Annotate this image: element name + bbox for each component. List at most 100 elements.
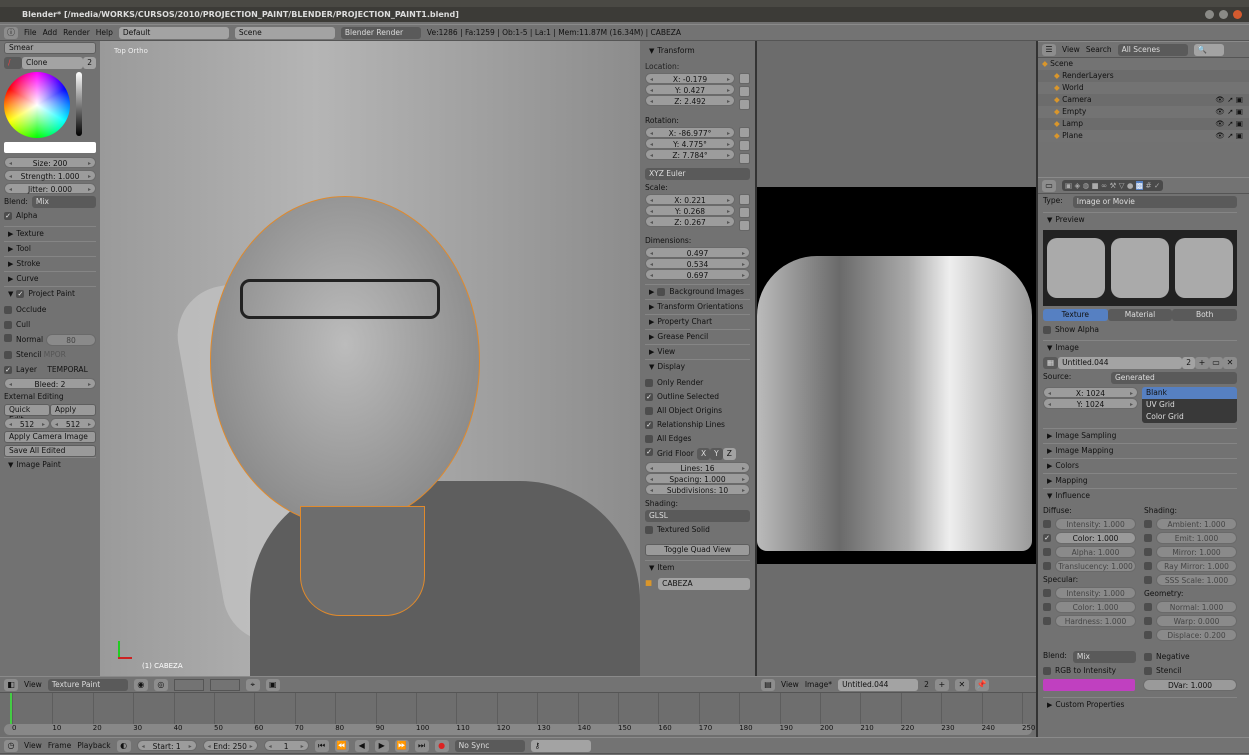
influence-checkbox[interactable]: ✓ <box>1043 534 1051 542</box>
projected-head-mesh[interactable] <box>210 196 480 526</box>
influence-field[interactable]: Intensity: 1.000 <box>1055 518 1136 530</box>
quick-edit-button[interactable]: Quick Edit <box>4 404 50 424</box>
outliner-item[interactable]: ◆ RenderLayers <box>1038 70 1249 82</box>
frame-ruler[interactable]: 0 10 20 30 40 50 60 70 80 90 100 110 120 130 140 150 160… <box>4 724 1035 735</box>
scale-x[interactable]: X: 0.221 <box>645 194 735 206</box>
panel-influence[interactable]: ▼ Influence <box>1043 488 1237 503</box>
grid-floor-checkbox[interactable]: ✓ <box>645 448 653 456</box>
lock-icon[interactable] <box>739 140 750 151</box>
generated-type-color-grid[interactable]: Color Grid <box>1142 411 1237 423</box>
influence-checkbox[interactable] <box>1144 603 1152 611</box>
influence-checkbox[interactable] <box>1144 548 1152 556</box>
negative-checkbox[interactable] <box>1144 653 1152 661</box>
panel-view[interactable]: ▶ View <box>645 344 750 359</box>
influence-field[interactable]: Hardness: 1.000 <box>1055 615 1136 627</box>
value-slider[interactable] <box>76 72 82 136</box>
influence-field[interactable]: Ambient: 1.000 <box>1156 518 1237 530</box>
panel-display[interactable]: ▼ Display <box>645 359 750 374</box>
preview-tab-texture[interactable]: Texture <box>1043 309 1108 321</box>
panel-item[interactable]: ▼ Item <box>645 560 750 575</box>
influence-field[interactable]: Intensity: 1.000 <box>1055 587 1136 599</box>
panel-image-sampling[interactable]: ▶ Image Sampling <box>1043 428 1237 443</box>
axis-z-toggle[interactable]: Z <box>722 448 736 460</box>
save-all-edited-button[interactable]: Save All Edited <box>4 445 96 457</box>
outline-selected-checkbox[interactable]: ✓ <box>645 393 653 401</box>
generated-y-field[interactable]: Y: 1024 <box>1043 398 1138 410</box>
current-frame-field[interactable]: 1 <box>263 740 309 752</box>
preview-tab-both[interactable]: Both <box>1172 309 1238 321</box>
shading-icon[interactable]: ◉ <box>133 678 148 691</box>
blend-select[interactable]: Mix <box>31 196 96 208</box>
jump-end-icon[interactable]: ⏭ <box>414 739 429 752</box>
unlink-icon[interactable]: ✕ <box>954 678 969 691</box>
all-edges-checkbox[interactable] <box>645 435 653 443</box>
color-wheel[interactable] <box>4 72 70 138</box>
maximize-button[interactable] <box>1219 10 1228 19</box>
menu-search[interactable]: Search <box>1086 45 1112 54</box>
relationship-lines-checkbox[interactable]: ✓ <box>645 421 653 429</box>
prev-keyframe-icon[interactable]: ⏪ <box>334 739 349 752</box>
menu-view[interactable]: View <box>781 680 799 689</box>
influence-checkbox[interactable] <box>1144 617 1152 625</box>
apply-camera-image-button[interactable]: Apply Camera Image <box>4 431 96 443</box>
influence-checkbox[interactable] <box>1043 520 1051 528</box>
lock-icon[interactable] <box>739 127 750 138</box>
menu-image[interactable]: Image* <box>805 680 832 689</box>
outliner-item[interactable]: ◆ Plane 👁 ➚ ▣ <box>1038 130 1249 142</box>
stencil-checkbox[interactable] <box>1144 667 1152 675</box>
jump-start-icon[interactable]: ⏮ <box>314 739 329 752</box>
editor-type-icon[interactable]: ▤ <box>761 678 775 691</box>
bleed-field[interactable]: Bleed: 2 <box>4 378 96 390</box>
menu-render[interactable]: Render <box>63 28 90 37</box>
res-y-field[interactable]: 512 <box>50 418 96 430</box>
end-frame-field[interactable]: End: 250 <box>202 740 258 752</box>
lock-icon[interactable] <box>739 194 750 205</box>
context-tabs[interactable]: ▣ ◈ ◍ ■ ∞ ⚒ ▽ ● ▩ # ✓ <box>1062 180 1164 191</box>
menu-view[interactable]: View <box>24 741 42 750</box>
menu-add[interactable]: Add <box>43 28 58 37</box>
stencil-checkbox[interactable] <box>4 351 12 359</box>
record-icon[interactable]: ● <box>434 739 449 752</box>
pin-icon[interactable]: 📌 <box>974 678 989 691</box>
influence-checkbox[interactable] <box>1043 603 1051 611</box>
location-x[interactable]: X: -0.179 <box>645 73 735 85</box>
influence-checkbox[interactable] <box>1144 576 1152 584</box>
cull-checkbox[interactable] <box>4 321 12 329</box>
location-y[interactable]: Y: 0.427 <box>645 84 735 96</box>
new-icon[interactable]: + <box>1195 357 1209 369</box>
influence-field[interactable]: Ray Mirror: 1.000 <box>1156 560 1237 572</box>
outliner-item[interactable]: ◆ Scene <box>1038 58 1249 70</box>
influence-checkbox[interactable] <box>1144 562 1152 570</box>
influence-field[interactable]: Color: 1.000 <box>1055 601 1136 613</box>
next-keyframe-icon[interactable]: ⏩ <box>394 739 409 752</box>
outliner-item[interactable]: ◆ Empty 👁 ➚ ▣ <box>1038 106 1249 118</box>
close-button[interactable] <box>1233 10 1242 19</box>
panel-texture[interactable]: ▶ Texture <box>4 226 96 241</box>
render-icon[interactable]: ▣ <box>265 678 280 691</box>
influence-checkbox[interactable] <box>1043 562 1051 570</box>
brush-smear[interactable]: Smear <box>4 42 96 54</box>
panel-preview[interactable]: ▼ Preview <box>1043 212 1237 227</box>
influence-checkbox[interactable] <box>1144 631 1152 639</box>
shading-select[interactable]: GLSL <box>645 510 750 522</box>
panel-custom-properties[interactable]: ▶ Custom Properties <box>1043 697 1237 712</box>
influence-checkbox[interactable] <box>1043 548 1051 556</box>
outliner-item[interactable]: ◆ World <box>1038 82 1249 94</box>
menu-playback[interactable]: Playback <box>77 741 110 750</box>
scene-field[interactable]: Scene <box>234 26 335 39</box>
influence-blend-select[interactable]: Mix <box>1072 651 1136 663</box>
preview-range-icon[interactable]: ◐ <box>116 739 131 752</box>
panel-project-paint[interactable]: ▼ ✓ Project Paint <box>4 286 96 301</box>
grid-lines-field[interactable]: Lines: 16 <box>645 462 750 474</box>
unlink-icon[interactable]: ✕ <box>1223 357 1237 369</box>
only-render-checkbox[interactable] <box>645 379 653 387</box>
influence-field[interactable]: Warp: 0.000 <box>1156 615 1237 627</box>
texture-type-select[interactable]: Image or Movie <box>1072 196 1237 208</box>
editor-type-icon[interactable]: ◷ <box>4 739 18 752</box>
play-icon[interactable]: ▶ <box>374 739 389 752</box>
editor-type-icon[interactable]: ⓘ <box>4 26 18 39</box>
screen-layout-field[interactable]: Default <box>118 26 229 39</box>
normal-angle-field[interactable]: 80 <box>46 334 96 346</box>
start-frame-field[interactable]: Start: 1 <box>136 740 197 752</box>
grid-spacing-field[interactable]: Spacing: 1.000 <box>645 473 750 485</box>
